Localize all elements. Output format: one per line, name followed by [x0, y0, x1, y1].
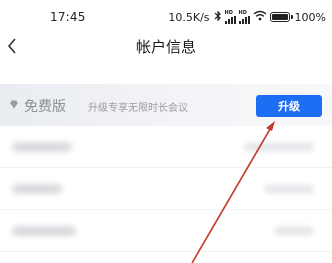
page-title: 帐户信息 — [135, 38, 196, 56]
blurred-label — [12, 226, 76, 236]
status-time: 17:45 — [50, 10, 86, 24]
battery-icon — [269, 12, 293, 22]
nav-bar: 帐户信息 — [0, 34, 332, 60]
blurred-label — [12, 142, 72, 152]
blurred-value — [274, 227, 314, 235]
battery-percent: 100% — [294, 10, 326, 24]
blurred-value — [264, 185, 314, 193]
list-item[interactable] — [0, 126, 332, 168]
plan-description: 升级专享无限时长会议 — [88, 103, 188, 114]
hd-signal-icon: HD — [224, 10, 236, 24]
network-speed: 10.5K/s — [168, 10, 210, 24]
bluetooth-icon — [214, 10, 222, 25]
status-bar: 17:45 10.5K/s HD HD 100% — [0, 0, 332, 34]
diamond-icon — [10, 100, 18, 109]
status-icons: 10.5K/s HD HD 100% — [168, 9, 326, 25]
wifi-icon — [253, 10, 267, 24]
blurred-value — [244, 143, 314, 151]
hd-signal-icon: HD — [238, 10, 250, 24]
account-info-screen: 17:45 10.5K/s HD HD 100% 帐户信息 免费版 升级专享无限… — [0, 0, 332, 263]
plan-name: 免费版 — [24, 99, 66, 115]
account-info-list — [0, 126, 332, 252]
battery-fill — [271, 14, 288, 20]
upgrade-button[interactable]: 升级 — [256, 95, 322, 117]
blurred-label — [12, 184, 62, 194]
list-item[interactable] — [0, 210, 332, 252]
list-item[interactable] — [0, 168, 332, 210]
